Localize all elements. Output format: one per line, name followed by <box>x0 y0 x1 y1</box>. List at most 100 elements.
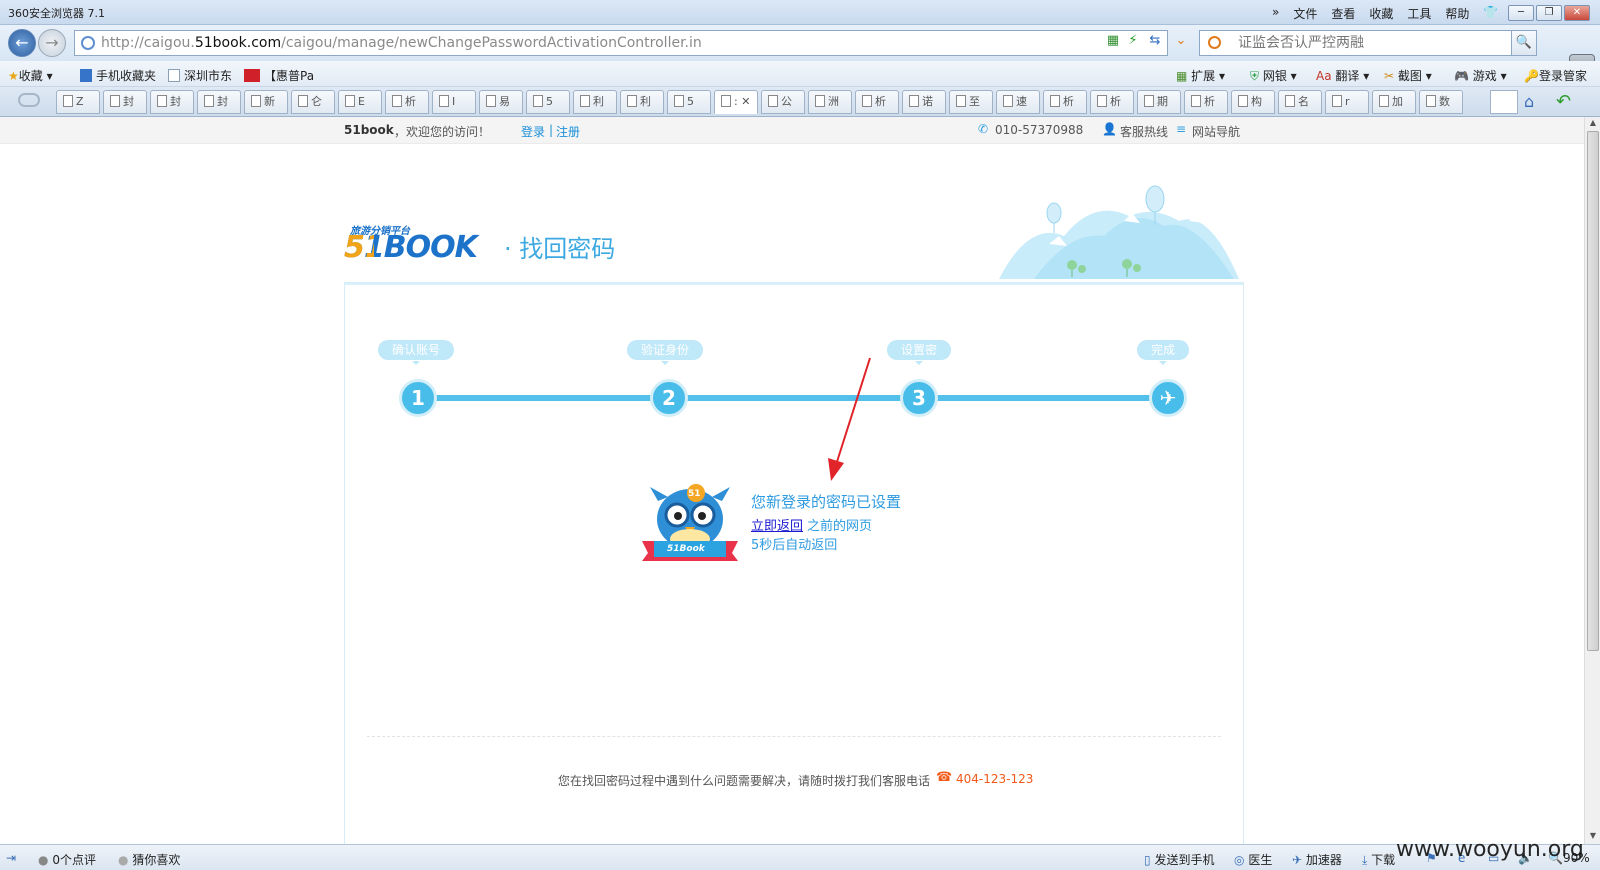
ext-screenshot[interactable]: ✂ 截图 ▾ <box>1384 67 1432 84</box>
browser-tab[interactable]: Z <box>56 90 100 114</box>
back-button[interactable]: ← <box>8 29 36 57</box>
browser-tab[interactable]: E <box>338 90 382 114</box>
favorites-menu[interactable]: ★收藏 ▾ <box>8 67 53 84</box>
tab-label: 利 <box>640 95 651 108</box>
sidebar-toggle-icon[interactable]: ⇥ <box>6 851 16 865</box>
menu-view[interactable]: 查看 <box>1331 5 1355 22</box>
minimize-button[interactable]: ─ <box>1508 5 1534 21</box>
tab-label: 新 <box>264 95 275 108</box>
url-path: /caigou/manage/newChangePasswordActivati… <box>281 35 702 51</box>
site-logo[interactable]: 旅游分销平台 51BOOK 51 <box>344 222 494 270</box>
fav-item-hp[interactable]: 【惠普Pa <box>244 67 314 84</box>
search-button[interactable]: 🔍 <box>1511 30 1537 56</box>
register-link[interactable]: 注册 <box>556 123 580 140</box>
tab-label: 加 <box>1392 95 1403 108</box>
ext-translate[interactable]: Aa 翻译 ▾ <box>1316 67 1369 84</box>
tab-label: 利 <box>593 95 604 108</box>
chevron-right-icon[interactable]: » <box>1272 5 1279 22</box>
ext-bank[interactable]: ⛨ 网银 ▾ <box>1250 67 1297 84</box>
cloud-icon[interactable] <box>18 93 40 107</box>
chevron-down-icon[interactable]: ⌄ <box>1172 33 1190 53</box>
forward-button[interactable]: → <box>38 29 66 57</box>
browser-tab[interactable]: 数 <box>1419 90 1463 114</box>
browser-tab[interactable]: 封 <box>103 90 147 114</box>
url-prefix: http://caigou. <box>101 35 195 51</box>
browser-tab[interactable]: 封 <box>197 90 241 114</box>
browser-tab[interactable]: 加 <box>1372 90 1416 114</box>
document-icon <box>580 95 590 107</box>
new-tab-button[interactable] <box>1490 90 1518 114</box>
menu-tools[interactable]: 工具 <box>1407 5 1431 22</box>
browser-tab[interactable]: 新 <box>244 90 288 114</box>
doctor-icon: ◎ <box>1234 853 1245 867</box>
service-hotline-link[interactable]: 客服热线 <box>1120 123 1168 140</box>
accelerator-tool[interactable]: ✈ 加速器 <box>1292 851 1342 868</box>
menu-file[interactable]: 文件 <box>1293 5 1317 22</box>
fav-item-mobile[interactable]: 手机收藏夹 <box>80 67 156 84</box>
ext-games[interactable]: 🎮 游戏 ▾ <box>1454 67 1507 84</box>
tab-label: 速 <box>1016 95 1027 108</box>
browser-tab[interactable]: r <box>1325 90 1369 114</box>
url-input[interactable]: http://caigou.51book.com/caigou/manage/n… <box>74 30 1168 56</box>
close-window-button[interactable]: ✕ <box>1564 5 1590 21</box>
browser-tab[interactable]: : ✕ <box>714 90 758 114</box>
browser-tab[interactable]: 利 <box>573 90 617 114</box>
browser-tab[interactable]: 诺 <box>902 90 946 114</box>
download-tool[interactable]: ⤓ 下载 <box>1362 851 1395 868</box>
browser-tab[interactable]: 析 <box>855 90 899 114</box>
browser-tab[interactable]: I <box>432 90 476 114</box>
login-link[interactable]: 登录 <box>521 123 545 140</box>
ext-expand[interactable]: ▦ 扩展 ▾ <box>1176 67 1225 84</box>
browser-tab[interactable]: 期 <box>1137 90 1181 114</box>
browser-tab[interactable]: 仑 <box>291 90 335 114</box>
browser-tab[interactable]: 至 <box>949 90 993 114</box>
reviews-count[interactable]: ● 0个点评 <box>38 851 96 868</box>
browser-tab[interactable]: 析 <box>1184 90 1228 114</box>
tab-label: 名 <box>1298 95 1309 108</box>
maximize-button[interactable]: ❐ <box>1536 5 1562 21</box>
browser-tab[interactable]: 析 <box>1043 90 1087 114</box>
send-to-phone[interactable]: ▯ 发送到手机 <box>1144 851 1214 868</box>
qr-code-icon[interactable]: ▦ <box>1104 33 1122 53</box>
browser-tab[interactable]: 利 <box>620 90 664 114</box>
site-brand: 51book <box>344 123 394 137</box>
menu-help[interactable]: 帮助 <box>1445 5 1469 22</box>
browser-tab[interactable]: 析 <box>1090 90 1134 114</box>
browser-tab[interactable]: 洲 <box>808 90 852 114</box>
ext-login-manager[interactable]: 🔑登录管家 <box>1524 67 1587 84</box>
compat-mode-icon[interactable]: ⇆ <box>1146 33 1164 53</box>
browser-tab[interactable]: 析 <box>385 90 429 114</box>
document-icon <box>110 95 120 107</box>
document-icon <box>533 95 543 107</box>
browser-tab[interactable]: 5 <box>667 90 711 114</box>
document-icon <box>956 95 966 107</box>
lightning-icon[interactable]: ⚡ <box>1124 33 1142 53</box>
vertical-scrollbar[interactable]: ▲ ▼ <box>1584 117 1600 844</box>
return-now-link[interactable]: 立即返回 <box>751 515 803 534</box>
site-nav-link[interactable]: 网站导航 <box>1192 123 1240 140</box>
browser-title-bar: 360安全浏览器 7.1 » 文件 查看 收藏 工具 帮助 👕 ─ ❐ ✕ <box>0 0 1600 25</box>
menu-favorites[interactable]: 收藏 <box>1369 5 1393 22</box>
doctor-tool[interactable]: ◎ 医生 <box>1234 851 1272 868</box>
scroll-up-arrow[interactable]: ▲ <box>1587 118 1599 130</box>
browser-tab[interactable]: 5 <box>526 90 570 114</box>
browser-tab[interactable]: 速 <box>996 90 1040 114</box>
fav-item-shenzhen[interactable]: 深圳市东 <box>168 67 232 84</box>
browser-tab[interactable]: 封 <box>150 90 194 114</box>
scrollbar-thumb[interactable] <box>1587 131 1599 651</box>
close-tab-icon[interactable]: ✕ <box>738 95 750 108</box>
return-suffix: 之前的网页 <box>807 519 873 534</box>
scroll-down-arrow[interactable]: ▼ <box>1587 831 1599 843</box>
home-icon[interactable]: ⌂ <box>1524 92 1534 111</box>
browser-tab[interactable]: 易 <box>479 90 523 114</box>
search-input[interactable]: 证监会否认严控两融 🔍 <box>1199 30 1537 56</box>
success-heading: 您新登录的密码已设置 <box>751 493 902 511</box>
guess-you-like[interactable]: ● 猜你喜欢 <box>118 851 180 868</box>
undo-arrow-icon[interactable]: ↶ <box>1556 91 1571 112</box>
browser-tab[interactable]: 名 <box>1278 90 1322 114</box>
browser-tab[interactable]: 公 <box>761 90 805 114</box>
footer-help-text: 您在找回密码过程中遇到什么问题需要解决，请随时拨打我们客服电话 <box>558 774 931 788</box>
shirt-icon[interactable]: 👕 <box>1483 5 1498 22</box>
mascot-badge: 51 <box>688 489 701 499</box>
browser-tab[interactable]: 构 <box>1231 90 1275 114</box>
